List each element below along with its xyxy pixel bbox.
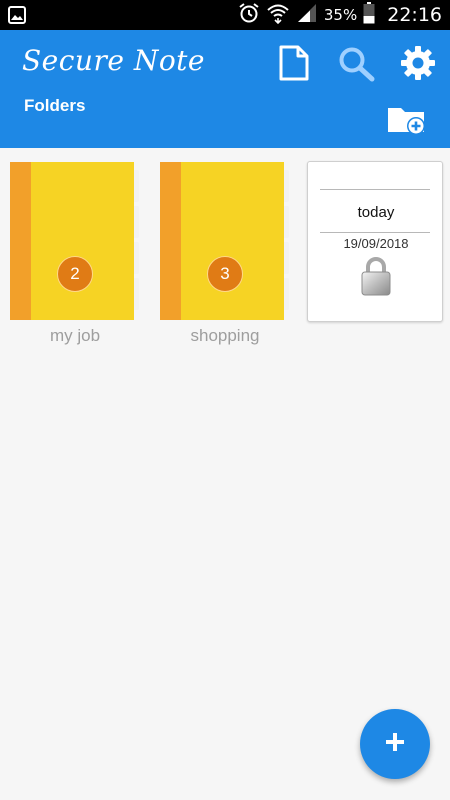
note-count-badge: 3 bbox=[207, 256, 243, 292]
folder-card[interactable]: 2 my job bbox=[10, 162, 150, 347]
note-date: 19/09/2018 bbox=[343, 236, 409, 251]
note-card[interactable]: today 19/09/2018 bbox=[307, 161, 443, 322]
folder-notebook-icon bbox=[10, 162, 139, 320]
app-bar: Secure Note Folders bbox=[0, 30, 450, 148]
image-notification-icon bbox=[8, 6, 26, 29]
lock-icon bbox=[360, 256, 392, 301]
app-title: Secure Note bbox=[22, 44, 206, 77]
divider bbox=[320, 232, 430, 233]
battery-icon bbox=[363, 1, 375, 29]
folder-card[interactable]: 3 shopping bbox=[160, 162, 300, 347]
wifi-icon bbox=[266, 2, 290, 29]
folder-notebook-icon bbox=[160, 162, 289, 320]
settings-icon[interactable] bbox=[400, 45, 436, 86]
add-folder-icon[interactable] bbox=[387, 102, 427, 141]
search-icon[interactable] bbox=[338, 46, 376, 87]
battery-percent: 35% bbox=[323, 6, 358, 24]
folder-label: shopping bbox=[190, 326, 260, 345]
new-note-icon[interactable] bbox=[278, 44, 310, 87]
status-bar: 35% 22:16 bbox=[0, 0, 450, 30]
note-count-badge: 2 bbox=[57, 256, 93, 292]
divider bbox=[320, 189, 430, 190]
note-title: today bbox=[357, 204, 395, 221]
clock: 22:16 bbox=[387, 4, 442, 26]
folder-label: my job bbox=[49, 326, 101, 345]
plus-icon bbox=[384, 731, 406, 758]
add-note-fab[interactable] bbox=[360, 709, 430, 779]
signal-icon bbox=[296, 3, 318, 28]
alarm-icon bbox=[238, 2, 260, 29]
page-title: Folders bbox=[24, 96, 86, 115]
